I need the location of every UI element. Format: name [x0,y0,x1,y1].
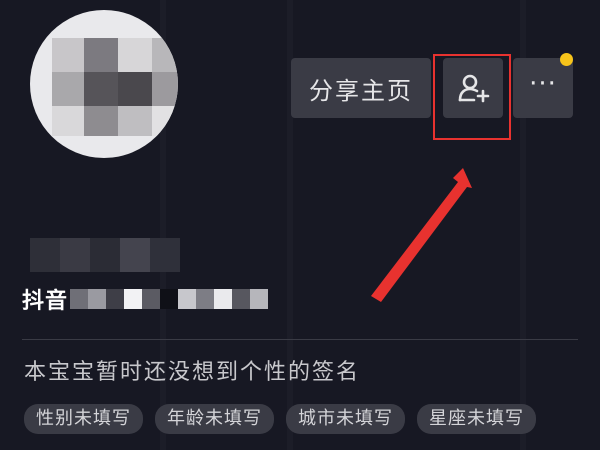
more-dots-icon: ··· [529,69,557,99]
tag-age[interactable]: 年龄未填写 [155,404,274,434]
share-profile-button[interactable]: 分享主页 [291,58,431,118]
douyin-id-row: 抖音 [22,284,269,314]
avatar-pixel [52,38,84,72]
avatar-pixel [118,38,152,72]
highlight-box [433,54,511,140]
avatar-pixel [84,38,118,72]
avatar-pixel [52,106,84,136]
nickname-blurred [30,238,180,272]
avatar-pixel [118,72,152,106]
tag-gender[interactable]: 性别未填写 [24,404,143,434]
avatar-pixel [84,106,118,136]
avatar-pixel [152,38,178,72]
divider [22,339,578,340]
avatar-pixel [152,106,178,136]
avatar-pixel [118,106,152,136]
tag-zodiac[interactable]: 星座未填写 [417,404,536,434]
avatar-pixel [52,72,84,106]
avatar[interactable] [30,10,178,158]
red-arrow-icon [371,168,472,302]
more-options-button[interactable]: ··· [513,58,573,118]
profile-tags: 性别未填写 年龄未填写 城市未填写 星座未填写 [24,404,536,434]
profile-screen: 分享主页 ··· 抖音 本宝宝暂时还没想到个性的签名 性别未填写 年龄未填写 城… [0,0,600,450]
share-profile-label: 分享主页 [309,76,413,105]
signature-text[interactable]: 本宝宝暂时还没想到个性的签名 [24,354,360,386]
douyin-id-label: 抖音 [22,289,69,314]
douyin-id-blurred [70,289,269,309]
avatar-pixel [152,72,178,106]
tag-city[interactable]: 城市未填写 [286,404,405,434]
notification-dot [560,53,573,66]
avatar-pixel [84,72,118,106]
